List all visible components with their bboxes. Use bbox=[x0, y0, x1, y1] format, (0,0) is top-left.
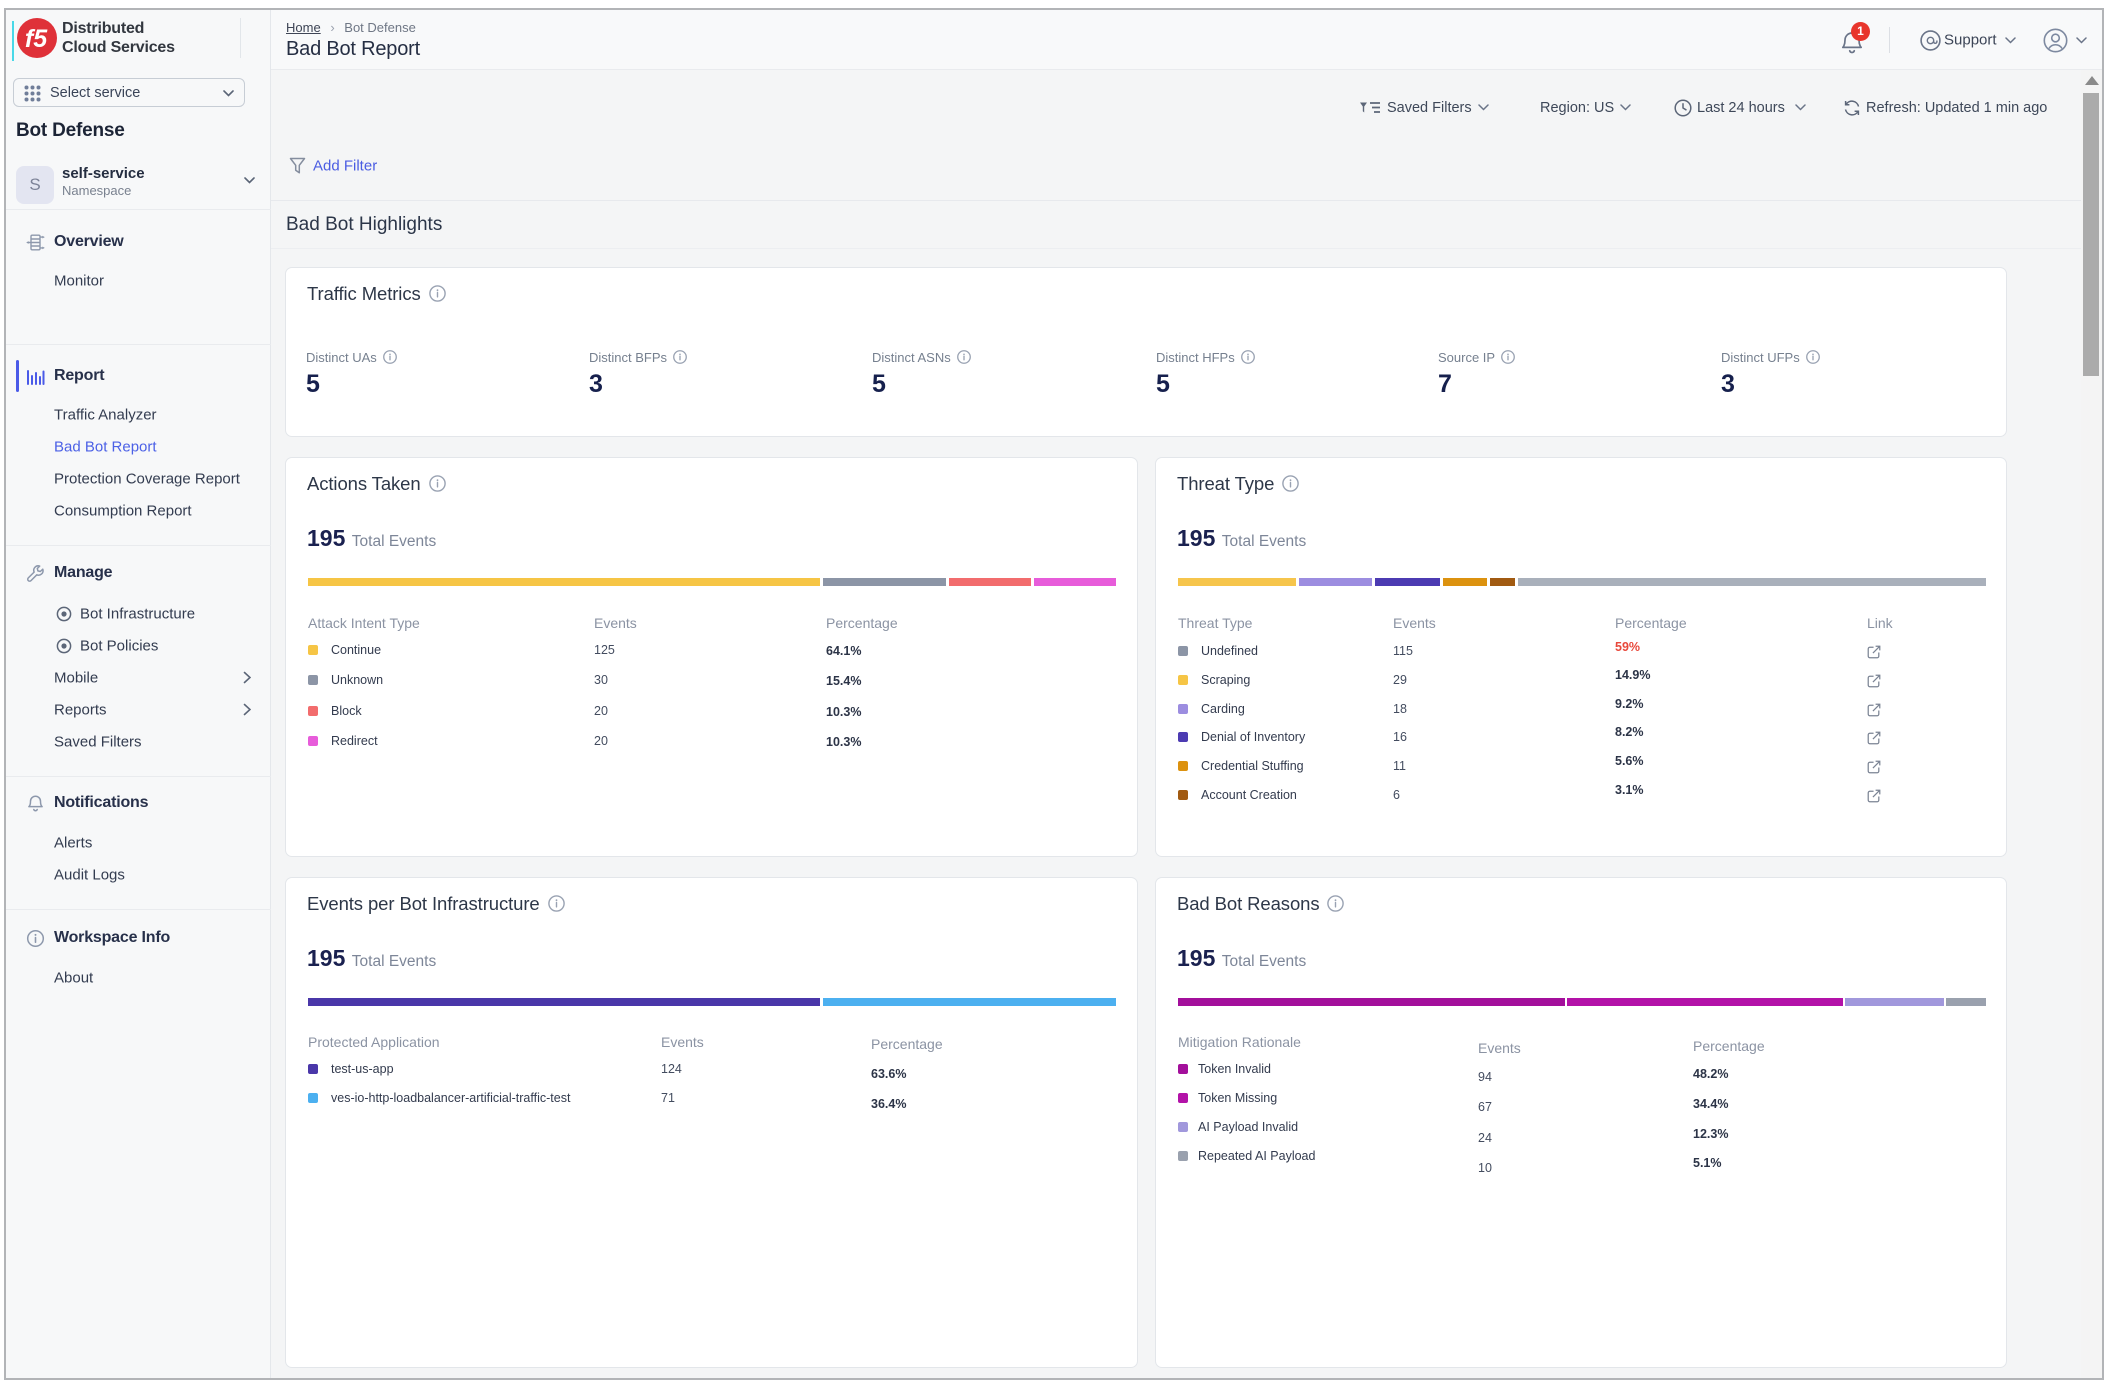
svg-text:f5: f5 bbox=[25, 25, 48, 53]
